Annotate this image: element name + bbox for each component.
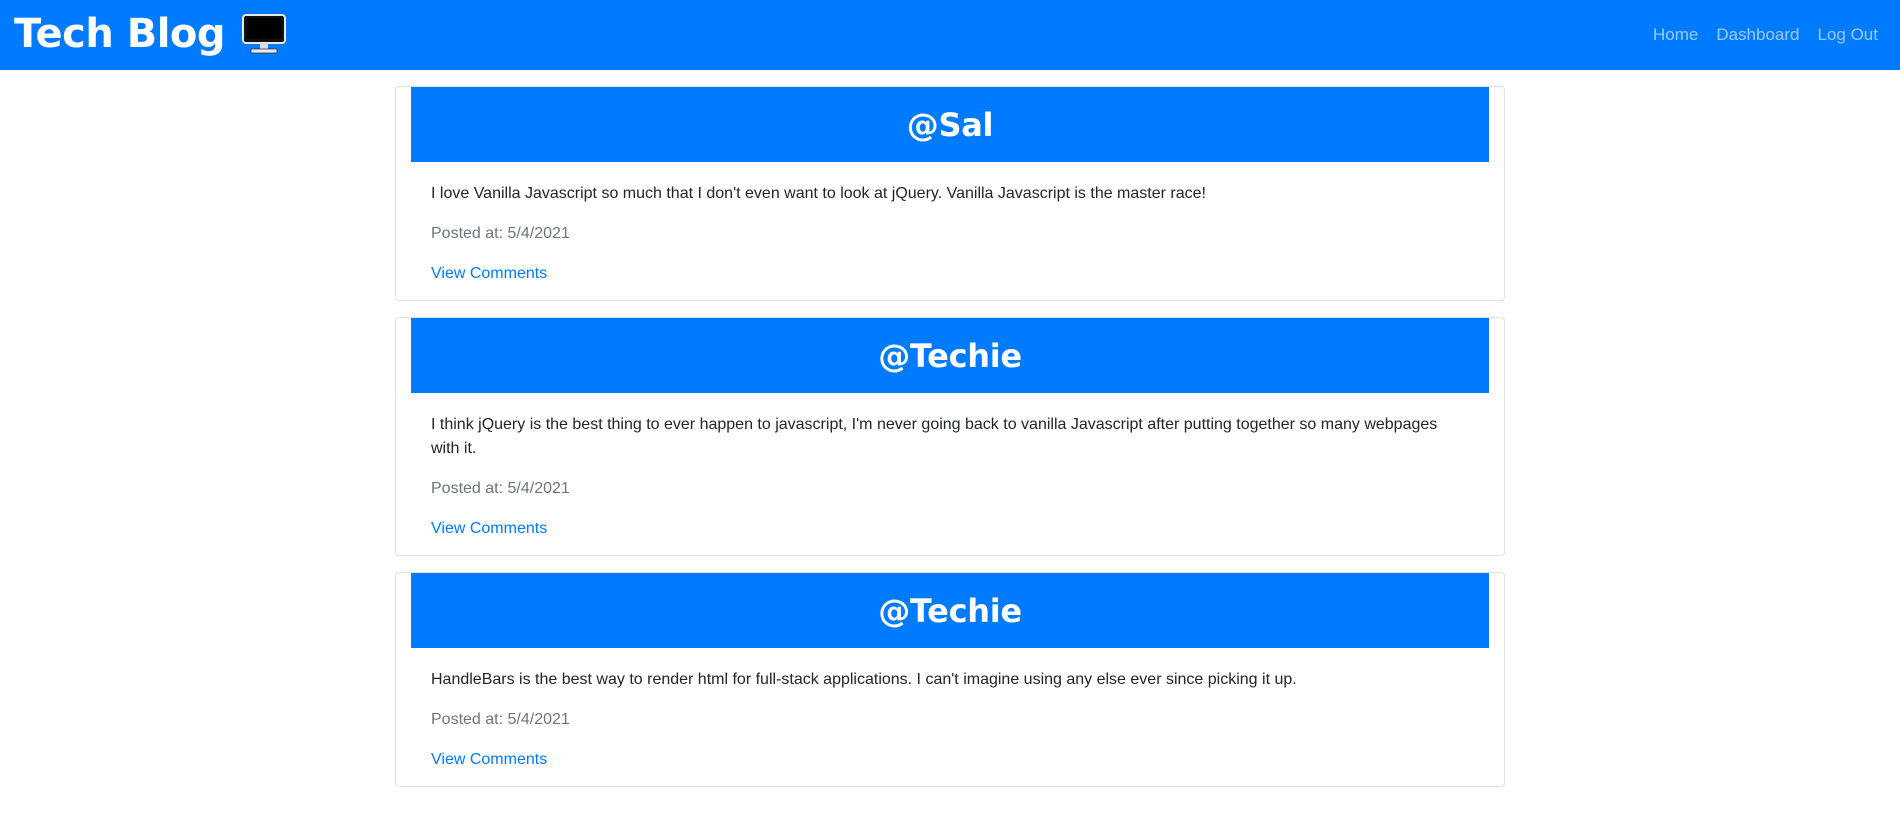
post-card: @Techie I think jQuery is the best thing… <box>395 317 1505 556</box>
post-card: @Techie HandleBars is the best way to re… <box>395 572 1505 787</box>
nav-dashboard-link[interactable]: Dashboard <box>1716 25 1799 45</box>
post-author: @Techie <box>878 591 1022 630</box>
post-date: Posted at: 5/4/2021 <box>431 708 1469 732</box>
post-card: @Sal I love Vanilla Javascript so much t… <box>395 86 1505 301</box>
post-content: HandleBars is the best way to render htm… <box>431 671 1297 688</box>
site-title[interactable]: Tech Blog <box>14 11 226 57</box>
post-date: Posted at: 5/4/2021 <box>431 222 1469 246</box>
post-body: I love Vanilla Javascript so much that I… <box>411 162 1489 286</box>
post-author-header: @Sal <box>411 87 1489 162</box>
brand[interactable]: Tech Blog <box>14 6 287 62</box>
post-date-value: 5/4/2021 <box>507 711 570 728</box>
post-date-value: 5/4/2021 <box>507 480 570 497</box>
view-comments-link[interactable]: View Comments <box>431 748 547 772</box>
post-body: HandleBars is the best way to render htm… <box>411 648 1489 772</box>
post-date: Posted at: 5/4/2021 <box>431 477 1469 501</box>
post-author-header: @Techie <box>411 573 1489 648</box>
nav-links: Home Dashboard Log Out <box>1653 0 1878 70</box>
post-content: I love Vanilla Javascript so much that I… <box>431 185 1206 202</box>
post-date-label: Posted at: <box>431 225 504 242</box>
post-date-label: Posted at: <box>431 480 504 497</box>
post-date-label: Posted at: <box>431 711 504 728</box>
post-list: @Sal I love Vanilla Javascript so much t… <box>395 86 1505 803</box>
post-author: @Sal <box>906 105 994 144</box>
post-content: I think jQuery is the best thing to ever… <box>431 416 1438 457</box>
nav-logout-link[interactable]: Log Out <box>1818 25 1879 45</box>
nav-home-link[interactable]: Home <box>1653 25 1698 45</box>
post-author-header: @Techie <box>411 318 1489 393</box>
top-navbar: Tech Blog Home Dashboard Log Out <box>0 0 1900 70</box>
computer-monitor-icon <box>241 13 287 55</box>
post-body: I think jQuery is the best thing to ever… <box>411 393 1489 541</box>
view-comments-link[interactable]: View Comments <box>431 262 547 286</box>
post-date-value: 5/4/2021 <box>507 225 570 242</box>
post-author: @Techie <box>878 336 1022 375</box>
view-comments-link[interactable]: View Comments <box>431 517 547 541</box>
